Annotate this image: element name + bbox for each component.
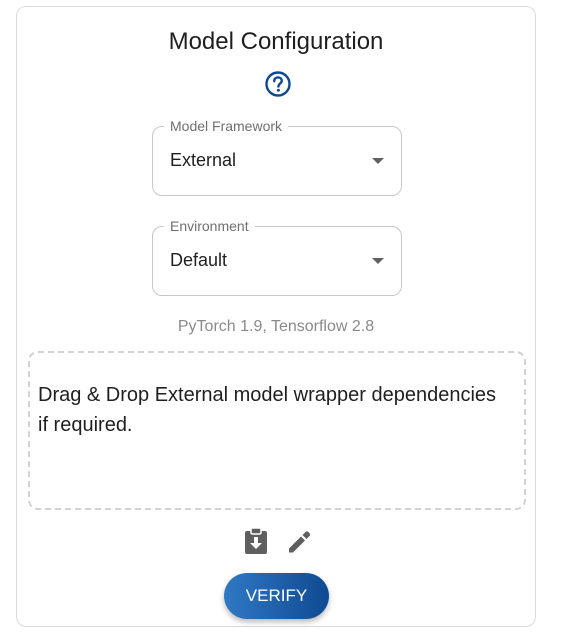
model-framework-value: External — [170, 150, 237, 170]
environment-select[interactable]: Environment Default — [152, 217, 402, 296]
pencil-icon[interactable] — [286, 529, 312, 555]
dropdown-arrow-icon — [372, 158, 384, 164]
clipboard-download-icon[interactable] — [243, 527, 269, 555]
dropzone-text: Drag & Drop External model wrapper depen… — [38, 384, 497, 436]
verify-button[interactable]: VERIFY — [224, 573, 329, 619]
dependencies-dropzone[interactable]: Drag & Drop External model wrapper depen… — [28, 351, 526, 510]
help-icon[interactable] — [264, 70, 292, 98]
dropdown-arrow-icon — [372, 258, 384, 264]
model-framework-select[interactable]: Model Framework External — [152, 117, 402, 196]
panel-title: Model Configuration — [168, 28, 384, 55]
model-framework-label: Model Framework — [164, 117, 289, 135]
environment-value: Default — [170, 250, 228, 270]
environment-label: Environment — [164, 217, 255, 235]
environment-versions-text: PyTorch 1.9, Tensorflow 2.8 — [177, 318, 375, 335]
model-configuration-card: Model Configuration Model Framework Exte… — [16, 6, 536, 627]
